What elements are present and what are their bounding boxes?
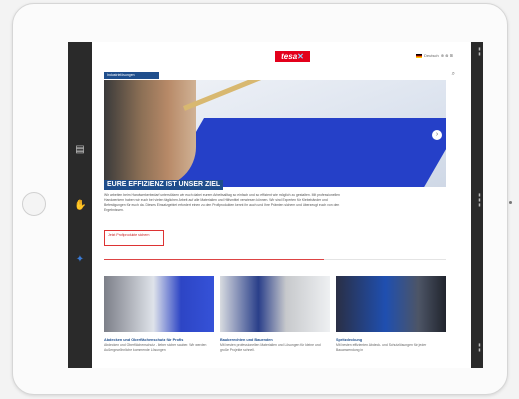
camera-icon — [509, 201, 512, 204]
search-icon[interactable]: ⌕ — [452, 71, 455, 78]
card-spray[interactable]: Spritzdeckung Mit besten effizienten Abd… — [336, 276, 446, 353]
language-selector[interactable]: Deutsch ⊕ ⊗ ⊞ — [416, 53, 453, 58]
card-text: Abdecken und Oberflächenschutz - lieber … — [104, 343, 207, 352]
card-text: Mit besten effizienten Abdeck- und Schut… — [336, 343, 427, 352]
divider-accent — [104, 259, 324, 260]
logo-text: tesa — [281, 52, 298, 61]
hero-person — [104, 80, 196, 187]
card-text: Mit besten professionellen Materialien u… — [220, 343, 321, 352]
hero-image: › — [104, 80, 446, 187]
cta-button[interactable]: Jetzt Profiprodukte sichern — [104, 230, 164, 246]
language-extra: ⊕ ⊗ ⊞ — [440, 53, 453, 58]
rail-marker: ▮▮ — [477, 46, 482, 56]
card-building[interactable]: Bauberechten und Bauenden Mit besten pro… — [220, 276, 330, 353]
logo-mark: ✕ — [297, 52, 304, 61]
language-label: Deutsch — [424, 53, 439, 58]
home-button[interactable] — [22, 192, 46, 216]
card-masking[interactable]: Abdecken und Oberflächenschutz für Profi… — [104, 276, 214, 353]
left-rail: ▤ ✋ ✦ — [68, 42, 92, 368]
right-rail: ▮▮ ▮▮▮ ▮▮ — [471, 42, 483, 368]
card-list: Abdecken und Oberflächenschutz für Profi… — [104, 276, 446, 353]
breadcrumb[interactable]: Industrielösungen — [104, 72, 159, 79]
screen: ▤ ✋ ✦ tesa✕ Deutsch ⊕ ⊗ ⊞ Industrielösun… — [68, 42, 483, 368]
card-image — [336, 276, 446, 332]
hand-icon[interactable]: ✋ — [74, 200, 86, 212]
card-image — [220, 276, 330, 332]
website: tesa✕ Deutsch ⊕ ⊗ ⊞ Industrielösungen ⌕ … — [92, 42, 471, 368]
card-image — [104, 276, 214, 332]
hero-intro: Wir arbeiten beim Handwerkerbedarf unter… — [104, 193, 340, 212]
chevron-right-icon[interactable]: › — [432, 130, 442, 140]
hero-title: EURE EFFIZIENZ IST UNSER ZIEL — [104, 180, 224, 190]
document-icon[interactable]: ▤ — [74, 144, 86, 156]
star-icon[interactable]: ✦ — [74, 254, 86, 266]
flag-icon — [416, 53, 423, 58]
rail-marker: ▮▮ — [477, 342, 482, 352]
tesa-logo[interactable]: tesa✕ — [275, 51, 310, 62]
rail-marker: ▮▮▮ — [477, 192, 482, 207]
